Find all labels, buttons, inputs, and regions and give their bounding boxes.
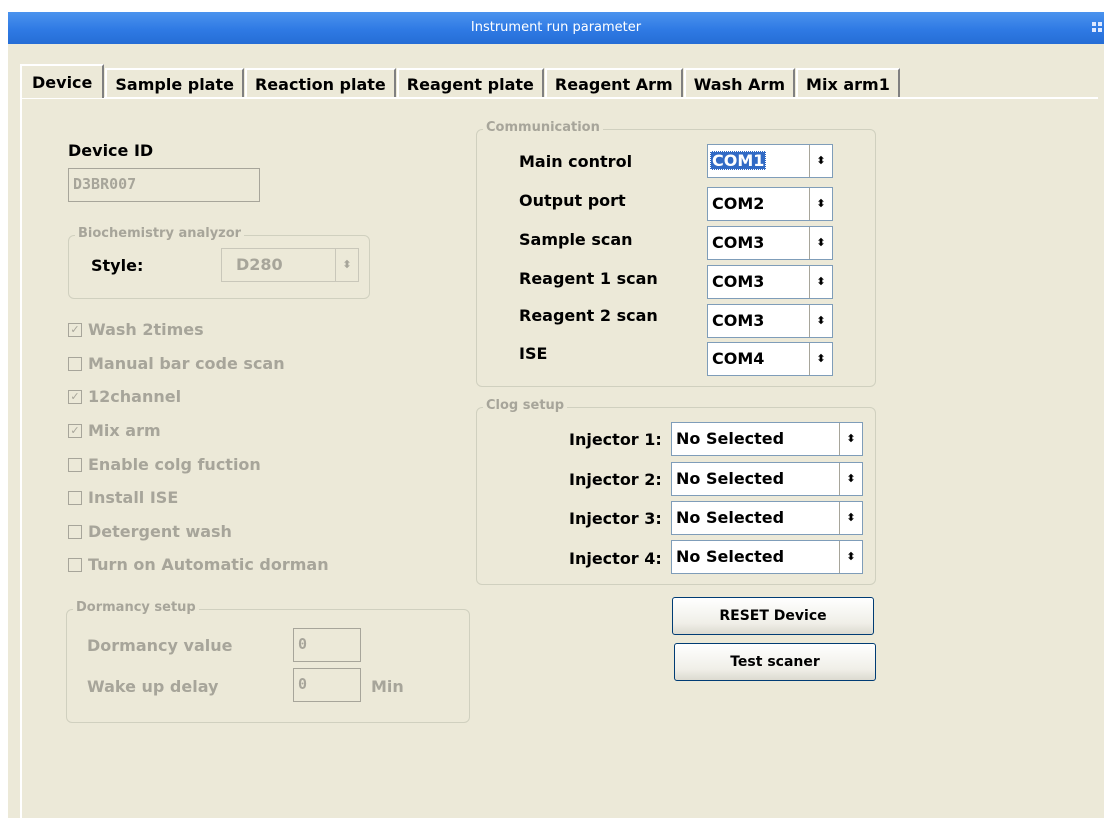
injector-4-select[interactable]: No Selected ⬍ <box>671 540 863 574</box>
dormancy-setup-group: Dormancy setup Dormancy value 0 Wake up … <box>66 600 470 723</box>
communication-group: Communication Main control COM1 ⬍ Output… <box>476 120 876 387</box>
checkbox-box: ✓ <box>68 423 82 438</box>
tab-reagent-arm[interactable]: Reagent Arm <box>544 68 683 98</box>
updown-arrows-icon: ⬍ <box>335 249 358 281</box>
dormancy-value-label: Dormancy value <box>87 636 233 655</box>
checkbox-label: Enable colg fuction <box>88 455 261 474</box>
checkbox-12channel: ✓ 12channel <box>68 387 181 406</box>
main-control-value: COM1 <box>710 151 767 170</box>
reagent-1-scan-value: COM3 <box>712 272 765 291</box>
tab-mix-arm1[interactable]: Mix arm1 <box>796 68 900 98</box>
ise-select[interactable]: COM4 ⬍ <box>707 342 833 376</box>
checkbox-detergent-wash: Detergent wash <box>68 522 232 541</box>
dormancy-value-field: 0 <box>293 628 361 662</box>
checkbox-turn-on-automatic-dorman: Turn on Automatic dorman <box>68 555 329 574</box>
checkbox-label: Mix arm <box>88 421 161 440</box>
injector-4-label: Injector 4: <box>569 549 662 568</box>
wake-up-delay-field: 0 <box>293 668 361 702</box>
main-control-select[interactable]: COM1 ⬍ <box>707 144 833 178</box>
tab-page-device: Device ID D3BR007 Biochemistry analyzor … <box>20 97 1098 818</box>
ise-label: ISE <box>519 344 548 363</box>
injector-1-value: No Selected <box>676 429 785 448</box>
window-grip-icon[interactable] <box>1092 22 1102 32</box>
clog-setup-group: Clog setup Injector 1: No Selected ⬍ Inj… <box>476 398 876 585</box>
reagent-2-scan-select[interactable]: COM3 ⬍ <box>707 304 833 338</box>
style-value: D280 <box>236 255 283 274</box>
wake-up-delay-label: Wake up delay <box>87 677 219 696</box>
tab-reaction-plate[interactable]: Reaction plate <box>244 68 396 98</box>
updown-arrows-icon[interactable]: ⬍ <box>809 305 832 337</box>
updown-arrows-icon[interactable]: ⬍ <box>809 227 832 259</box>
tab-wash-arm[interactable]: Wash Arm <box>683 68 796 98</box>
checkbox-mix-arm: ✓ Mix arm <box>68 421 161 440</box>
sample-scan-select[interactable]: COM3 ⬍ <box>707 226 833 260</box>
injector-4-value: No Selected <box>676 547 785 566</box>
injector-3-select[interactable]: No Selected ⬍ <box>671 501 863 535</box>
injector-3-value: No Selected <box>676 508 785 527</box>
updown-arrows-icon[interactable]: ⬍ <box>839 463 862 495</box>
main-control-label: Main control <box>519 152 633 171</box>
injector-2-value: No Selected <box>676 469 785 488</box>
device-id-field: D3BR007 <box>68 168 260 202</box>
tab-strip: Device Sample plate Reaction plate Reage… <box>20 64 901 98</box>
title-bar: Instrument run parameter <box>8 12 1104 44</box>
clog-setup-title: Clog setup <box>483 398 568 413</box>
tab-device[interactable]: Device <box>20 64 105 98</box>
updown-arrows-icon[interactable]: ⬍ <box>809 188 832 220</box>
checkbox-label: Turn on Automatic dorman <box>88 555 329 574</box>
updown-arrows-icon[interactable]: ⬍ <box>809 145 832 177</box>
updown-arrows-icon[interactable]: ⬍ <box>839 541 862 573</box>
checkbox-box <box>68 490 82 505</box>
tab-reagent-plate[interactable]: Reagent plate <box>396 68 544 98</box>
checkbox-enable-colg-fuction: Enable colg fuction <box>68 455 261 474</box>
communication-title: Communication <box>483 120 603 135</box>
reagent-1-scan-label: Reagent 1 scan <box>519 269 658 288</box>
sample-scan-value: COM3 <box>712 233 765 252</box>
output-port-label: Output port <box>519 191 626 210</box>
window-title: Instrument run parameter <box>470 20 642 35</box>
checkbox-box <box>68 356 82 371</box>
style-select: D280 ⬍ <box>221 248 359 282</box>
checkbox-box <box>68 557 82 572</box>
dormancy-setup-title: Dormancy setup <box>73 600 199 615</box>
device-id-label: Device ID <box>68 141 154 160</box>
wake-up-delay-unit: Min <box>371 677 404 696</box>
checkbox-box <box>68 457 82 472</box>
ise-value: COM4 <box>712 349 765 368</box>
checkbox-install-ise: Install ISE <box>68 488 178 507</box>
injector-2-select[interactable]: No Selected ⬍ <box>671 462 863 496</box>
sample-scan-label: Sample scan <box>519 230 633 249</box>
checkbox-box: ✓ <box>68 389 82 404</box>
checkbox-label: Install ISE <box>88 488 179 507</box>
checkbox-label: Manual bar code scan <box>88 354 285 373</box>
injector-1-select[interactable]: No Selected ⬍ <box>671 422 863 456</box>
output-port-value: COM2 <box>712 194 765 213</box>
checkbox-label: Detergent wash <box>88 522 232 541</box>
biochemistry-analyzor-group: Biochemistry analyzor Style: D280 ⬍ <box>68 226 370 299</box>
injector-2-label: Injector 2: <box>569 470 662 489</box>
checkbox-label: 12channel <box>88 387 182 406</box>
checkbox-manual-bar-code-scan: Manual bar code scan <box>68 354 285 373</box>
updown-arrows-icon[interactable]: ⬍ <box>809 266 832 298</box>
checkbox-box <box>68 524 82 539</box>
biochemistry-analyzor-title: Biochemistry analyzor <box>75 226 245 241</box>
output-port-select[interactable]: COM2 ⬍ <box>707 187 833 221</box>
test-scaner-button[interactable]: Test scaner <box>674 643 876 681</box>
reset-device-button[interactable]: RESET Device <box>672 597 874 635</box>
injector-3-label: Injector 3: <box>569 509 662 528</box>
checkbox-box: ✓ <box>68 322 82 337</box>
updown-arrows-icon[interactable]: ⬍ <box>809 343 832 375</box>
injector-1-label: Injector 1: <box>569 430 662 449</box>
reagent-2-scan-value: COM3 <box>712 311 765 330</box>
tab-sample-plate[interactable]: Sample plate <box>105 68 244 98</box>
checkbox-wash-2times: ✓ Wash 2times <box>68 320 204 339</box>
style-label: Style: <box>91 256 144 275</box>
updown-arrows-icon[interactable]: ⬍ <box>839 423 862 455</box>
updown-arrows-icon[interactable]: ⬍ <box>839 502 862 534</box>
reagent-2-scan-label: Reagent 2 scan <box>519 306 658 325</box>
reagent-1-scan-select[interactable]: COM3 ⬍ <box>707 265 833 299</box>
checkbox-label: Wash 2times <box>88 320 204 339</box>
